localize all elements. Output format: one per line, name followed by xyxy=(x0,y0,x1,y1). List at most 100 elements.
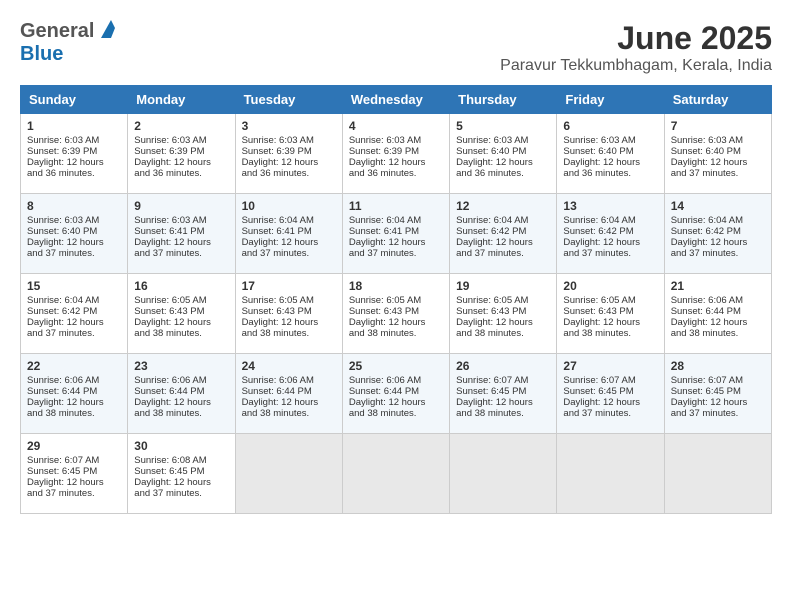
calendar-cell xyxy=(664,434,771,514)
cell-info-line: Sunrise: 6:06 AM xyxy=(27,375,121,386)
day-number: 30 xyxy=(134,439,228,453)
cell-info-line: Daylight: 12 hours xyxy=(134,157,228,168)
cell-info-line: and 37 minutes. xyxy=(27,328,121,339)
cell-info-line: Daylight: 12 hours xyxy=(27,317,121,328)
cell-info-line: Sunrise: 6:08 AM xyxy=(134,455,228,466)
weekday-header-saturday: Saturday xyxy=(664,86,771,114)
day-number: 19 xyxy=(456,279,550,293)
calendar-cell: 25Sunrise: 6:06 AMSunset: 6:44 PMDayligh… xyxy=(342,354,449,434)
cell-info-line: and 37 minutes. xyxy=(27,488,121,499)
cell-info-line: and 37 minutes. xyxy=(563,408,657,419)
day-number: 25 xyxy=(349,359,443,373)
calendar-week-row: 8Sunrise: 6:03 AMSunset: 6:40 PMDaylight… xyxy=(21,194,772,274)
cell-info-line: Sunset: 6:44 PM xyxy=(671,306,765,317)
cell-info-line: and 37 minutes. xyxy=(671,248,765,259)
cell-info-line: Daylight: 12 hours xyxy=(242,157,336,168)
logo-general: General xyxy=(20,20,94,43)
cell-info-line: and 36 minutes. xyxy=(563,168,657,179)
day-number: 14 xyxy=(671,199,765,213)
calendar-cell: 28Sunrise: 6:07 AMSunset: 6:45 PMDayligh… xyxy=(664,354,771,434)
cell-info-line: Daylight: 12 hours xyxy=(671,317,765,328)
cell-info-line: and 37 minutes. xyxy=(671,408,765,419)
day-number: 24 xyxy=(242,359,336,373)
cell-info-line: Sunset: 6:43 PM xyxy=(563,306,657,317)
weekday-header-sunday: Sunday xyxy=(21,86,128,114)
calendar-cell: 23Sunrise: 6:06 AMSunset: 6:44 PMDayligh… xyxy=(128,354,235,434)
calendar-cell xyxy=(342,434,449,514)
cell-info-line: and 38 minutes. xyxy=(242,328,336,339)
cell-info-line: Daylight: 12 hours xyxy=(27,477,121,488)
cell-info-line: and 38 minutes. xyxy=(456,328,550,339)
day-number: 22 xyxy=(27,359,121,373)
cell-info-line: Sunrise: 6:06 AM xyxy=(242,375,336,386)
cell-info-line: Sunrise: 6:06 AM xyxy=(349,375,443,386)
calendar-cell: 14Sunrise: 6:04 AMSunset: 6:42 PMDayligh… xyxy=(664,194,771,274)
cell-info-line: Sunrise: 6:03 AM xyxy=(456,135,550,146)
cell-info-line: and 37 minutes. xyxy=(134,488,228,499)
cell-info-line: Daylight: 12 hours xyxy=(134,477,228,488)
cell-info-line: Daylight: 12 hours xyxy=(134,237,228,248)
calendar-cell: 1Sunrise: 6:03 AMSunset: 6:39 PMDaylight… xyxy=(21,114,128,194)
calendar-title: June 2025 xyxy=(500,20,772,57)
calendar-cell: 15Sunrise: 6:04 AMSunset: 6:42 PMDayligh… xyxy=(21,274,128,354)
logo-blue: Blue xyxy=(20,43,63,66)
cell-info-line: Sunrise: 6:04 AM xyxy=(563,215,657,226)
weekday-header-row: SundayMondayTuesdayWednesdayThursdayFrid… xyxy=(21,86,772,114)
calendar-week-row: 29Sunrise: 6:07 AMSunset: 6:45 PMDayligh… xyxy=(21,434,772,514)
cell-info-line: Sunset: 6:45 PM xyxy=(563,386,657,397)
cell-info-line: Sunrise: 6:03 AM xyxy=(671,135,765,146)
cell-info-line: Sunrise: 6:05 AM xyxy=(134,295,228,306)
cell-info-line: Daylight: 12 hours xyxy=(456,157,550,168)
day-number: 17 xyxy=(242,279,336,293)
cell-info-line: Sunset: 6:45 PM xyxy=(134,466,228,477)
cell-info-line: Daylight: 12 hours xyxy=(27,157,121,168)
cell-info-line: Daylight: 12 hours xyxy=(27,237,121,248)
day-number: 20 xyxy=(563,279,657,293)
day-number: 23 xyxy=(134,359,228,373)
calendar-cell: 21 Sunrise: 6:06 AMSunset: 6:44 PMDayligh… xyxy=(664,274,771,354)
cell-info-line: Sunset: 6:43 PM xyxy=(456,306,550,317)
cell-info-line: Daylight: 12 hours xyxy=(563,397,657,408)
cell-info-line: and 36 minutes. xyxy=(349,168,443,179)
cell-info-line: Sunrise: 6:07 AM xyxy=(671,375,765,386)
calendar-cell: 26Sunrise: 6:07 AMSunset: 6:45 PMDayligh… xyxy=(450,354,557,434)
calendar-cell: 17Sunrise: 6:05 AMSunset: 6:43 PMDayligh… xyxy=(235,274,342,354)
cell-info-line: and 38 minutes. xyxy=(134,408,228,419)
day-number: 21 xyxy=(671,279,765,293)
calendar-cell: 13Sunrise: 6:04 AMSunset: 6:42 PMDayligh… xyxy=(557,194,664,274)
calendar-cell: 3Sunrise: 6:03 AMSunset: 6:39 PMDaylight… xyxy=(235,114,342,194)
day-number: 3 xyxy=(242,119,336,133)
cell-info-line: Daylight: 12 hours xyxy=(349,237,443,248)
title-section: June 2025 Paravur Tekkumbhagam, Kerala, … xyxy=(500,20,772,75)
cell-info-line: Daylight: 12 hours xyxy=(563,157,657,168)
cell-info-line: Sunrise: 6:04 AM xyxy=(671,215,765,226)
cell-info-line: Sunrise: 6:03 AM xyxy=(27,215,121,226)
day-number: 28 xyxy=(671,359,765,373)
cell-info-line: Sunset: 6:42 PM xyxy=(27,306,121,317)
cell-info-line: Sunset: 6:39 PM xyxy=(134,146,228,157)
day-number: 18 xyxy=(349,279,443,293)
logo: General Blue xyxy=(20,20,115,66)
cell-info-line: Sunset: 6:39 PM xyxy=(349,146,443,157)
cell-info-line: Sunset: 6:40 PM xyxy=(456,146,550,157)
page-header: General Blue June 2025 Paravur Tekkumbha… xyxy=(20,20,772,75)
cell-info-line: and 38 minutes. xyxy=(563,328,657,339)
cell-info-line: Sunrise: 6:03 AM xyxy=(349,135,443,146)
logo-icon xyxy=(97,20,115,38)
cell-info-line: Sunset: 6:42 PM xyxy=(456,226,550,237)
day-number: 15 xyxy=(27,279,121,293)
calendar-cell: 11Sunrise: 6:04 AMSunset: 6:41 PMDayligh… xyxy=(342,194,449,274)
cell-info-line: Sunset: 6:41 PM xyxy=(349,226,443,237)
day-number: 9 xyxy=(134,199,228,213)
day-number: 29 xyxy=(27,439,121,453)
day-number: 11 xyxy=(349,199,443,213)
cell-info-line: Sunrise: 6:04 AM xyxy=(456,215,550,226)
cell-info-line: Sunrise: 6:03 AM xyxy=(134,215,228,226)
cell-info-line: Sunrise: 6:06 AM xyxy=(671,295,765,306)
cell-info-line: Sunrise: 6:05 AM xyxy=(242,295,336,306)
calendar-cell: 24Sunrise: 6:06 AMSunset: 6:44 PMDayligh… xyxy=(235,354,342,434)
cell-info-line: and 37 minutes. xyxy=(134,248,228,259)
day-number: 12 xyxy=(456,199,550,213)
cell-info-line: and 36 minutes. xyxy=(134,168,228,179)
calendar-week-row: 15Sunrise: 6:04 AMSunset: 6:42 PMDayligh… xyxy=(21,274,772,354)
